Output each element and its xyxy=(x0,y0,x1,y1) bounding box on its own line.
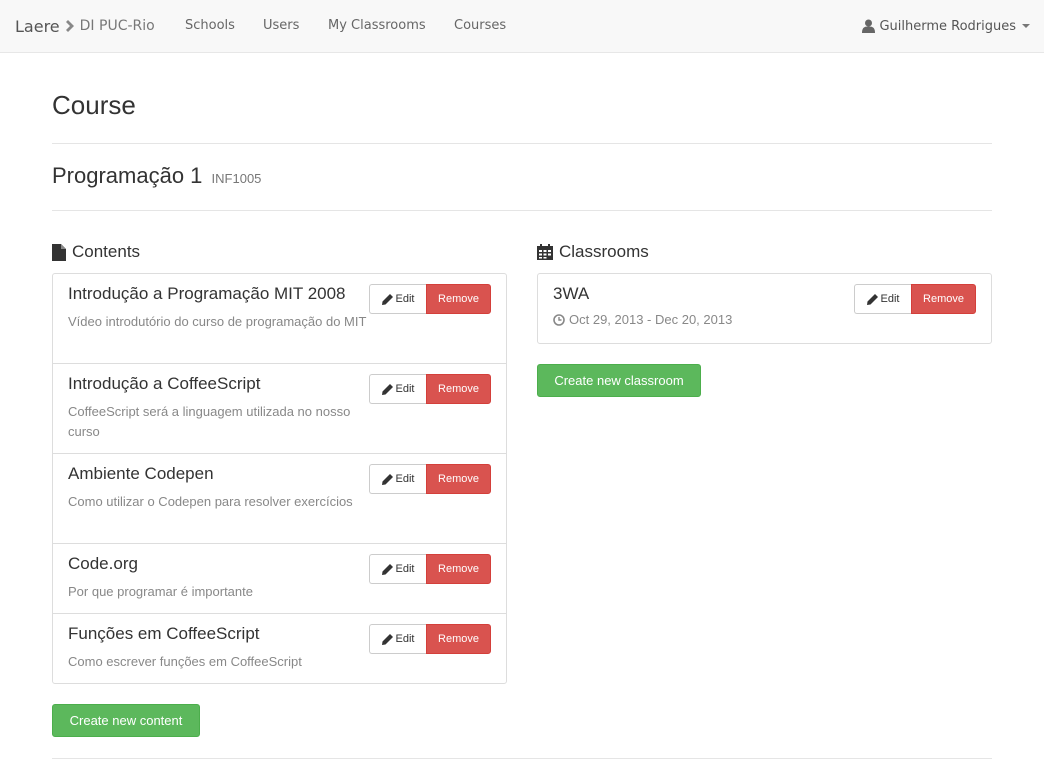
course-heading: Programação 1 INF1005 xyxy=(52,163,261,189)
brand-name[interactable]: Laere xyxy=(15,17,60,36)
item-actions: Edit Remove xyxy=(369,624,491,654)
pencil-icon xyxy=(381,473,393,485)
create-classroom-button[interactable]: Create new classroom xyxy=(537,364,701,397)
pencil-icon xyxy=(381,293,393,305)
classrooms-heading: Classrooms xyxy=(537,242,649,262)
item-actions: Edit Remove xyxy=(369,464,491,494)
top-navbar: Laere DI PUC-Rio Schools Users My Classr… xyxy=(0,0,1044,53)
edit-button[interactable]: Edit xyxy=(854,284,911,314)
edit-label: Edit xyxy=(395,383,415,395)
edit-label: Edit xyxy=(395,563,415,575)
remove-button[interactable]: Remove xyxy=(426,624,491,654)
brand[interactable]: Laere DI PUC-Rio xyxy=(15,0,155,52)
nav-my-classrooms[interactable]: My Classrooms xyxy=(328,0,426,52)
list-item: Ambiente Codepen Como utilizar o Codepen… xyxy=(53,454,506,544)
item-actions: Edit Remove xyxy=(369,284,491,314)
nav-courses[interactable]: Courses xyxy=(454,0,506,52)
edit-button[interactable]: Edit xyxy=(369,554,426,584)
edit-button[interactable]: Edit xyxy=(369,374,426,404)
list-item: Introdução a Programação MIT 2008 Vídeo … xyxy=(53,274,506,364)
list-item: Introdução a CoffeeScript CoffeeScript s… xyxy=(53,364,506,454)
classroom-dates: Oct 29, 2013 - Dec 20, 2013 xyxy=(553,312,976,327)
caret-down-icon xyxy=(1022,24,1030,28)
course-name: Programação 1 xyxy=(52,163,203,188)
item-actions: Edit Remove xyxy=(854,284,976,314)
calendar-icon xyxy=(537,244,553,260)
remove-button[interactable]: Remove xyxy=(426,464,491,494)
classrooms-list: 3WA Oct 29, 2013 - Dec 20, 2013 Edit Rem… xyxy=(537,273,992,344)
file-icon xyxy=(52,243,66,261)
contents-heading: Contents xyxy=(52,242,140,262)
content-description: CoffeeScript será a linguagem utilizada … xyxy=(68,404,351,439)
user-icon xyxy=(862,19,876,33)
nav-schools[interactable]: Schools xyxy=(185,0,235,52)
edit-label: Edit xyxy=(395,633,415,645)
clock-icon xyxy=(553,313,565,326)
create-content-button[interactable]: Create new content xyxy=(52,704,200,737)
brand-context[interactable]: DI PUC-Rio xyxy=(80,18,155,34)
divider xyxy=(52,758,992,759)
remove-button[interactable]: Remove xyxy=(911,284,976,314)
edit-label: Edit xyxy=(395,293,415,305)
pencil-icon xyxy=(381,633,393,645)
edit-label: Edit xyxy=(395,473,415,485)
page-title: Course xyxy=(52,90,136,120)
divider xyxy=(52,210,992,211)
course-code: INF1005 xyxy=(211,171,262,186)
edit-button[interactable]: Edit xyxy=(369,284,426,314)
classrooms-title: Classrooms xyxy=(559,242,649,261)
item-actions: Edit Remove xyxy=(369,554,491,584)
contents-list: Introdução a Programação MIT 2008 Vídeo … xyxy=(52,273,507,684)
chevron-right-icon xyxy=(65,20,76,32)
remove-button[interactable]: Remove xyxy=(426,374,491,404)
contents-title: Contents xyxy=(72,242,141,261)
pencil-icon xyxy=(381,563,393,575)
list-item: 3WA Oct 29, 2013 - Dec 20, 2013 Edit Rem… xyxy=(538,274,991,343)
item-actions: Edit Remove xyxy=(369,374,491,404)
edit-button[interactable]: Edit xyxy=(369,464,426,494)
content-description: Como utilizar o Codepen para resolver ex… xyxy=(68,494,353,509)
remove-button[interactable]: Remove xyxy=(426,284,491,314)
content-description: Como escrever funções em CoffeeScript xyxy=(68,654,302,669)
list-item: Code.org Por que programar é importante … xyxy=(53,544,506,614)
classroom-date-range: Oct 29, 2013 - Dec 20, 2013 xyxy=(569,312,733,327)
nav-users[interactable]: Users xyxy=(263,0,299,52)
list-item: Funções em CoffeeScript Como escrever fu… xyxy=(53,614,506,683)
pencil-icon xyxy=(381,383,393,395)
edit-label: Edit xyxy=(880,293,900,305)
content-description: Vídeo introdutório do curso de programaç… xyxy=(68,314,367,329)
content-description: Por que programar é importante xyxy=(68,584,253,599)
pencil-icon xyxy=(866,293,878,305)
user-name[interactable]: Guilherme Rodrigues xyxy=(879,19,1016,34)
divider xyxy=(52,143,992,144)
user-menu[interactable]: Guilherme Rodrigues xyxy=(862,0,1030,52)
remove-button[interactable]: Remove xyxy=(426,554,491,584)
edit-button[interactable]: Edit xyxy=(369,624,426,654)
